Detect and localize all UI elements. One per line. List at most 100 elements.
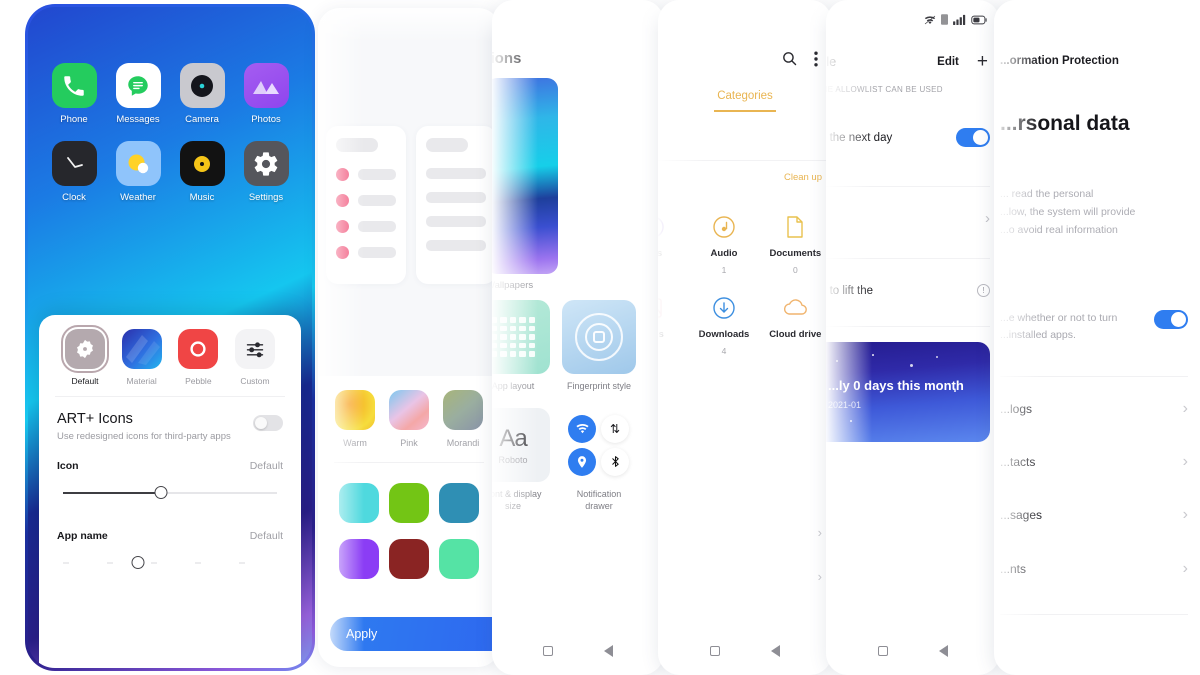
summary-card[interactable]: ...ly 0 days this month 2021-01 <box>826 342 990 442</box>
color-swatch[interactable] <box>389 539 429 579</box>
search-icon[interactable] <box>781 50 798 72</box>
chevron-right-icon: › <box>1182 400 1188 417</box>
list-item-contacts[interactable]: ...tacts › <box>1000 453 1188 471</box>
row-divider <box>826 186 990 187</box>
app-weather[interactable]: Weather <box>106 141 170 203</box>
card-subtitle: 2021-01 <box>828 400 862 410</box>
list-item-call-logs[interactable]: ...logs › <box>1000 400 1188 418</box>
clean-up-button[interactable]: Clean up <box>784 172 822 183</box>
schedule-toggle[interactable] <box>956 128 990 147</box>
slider-knob[interactable] <box>154 486 168 499</box>
chevron-right-icon: › <box>1182 506 1188 523</box>
category-pictures[interactable]: ...res <box>658 293 683 356</box>
tile-fingerprint-style[interactable]: Fingerprint style <box>562 300 636 392</box>
recents-icon[interactable] <box>877 646 888 656</box>
color-swatch[interactable] <box>339 539 379 579</box>
color-swatch[interactable] <box>439 483 479 523</box>
list-item-events[interactable]: ...nts › <box>1000 560 1188 578</box>
swatch-morandi[interactable]: Morandi <box>442 390 484 448</box>
app-messages[interactable]: Messages <box>106 63 170 125</box>
storage-row: ...ed Clean up <box>658 172 822 183</box>
art-icons-toggle[interactable] <box>253 415 283 431</box>
apply-button[interactable]: Apply <box>330 617 500 651</box>
font-name: Roboto <box>498 455 528 466</box>
swatch-pink[interactable]: Pink <box>388 390 430 448</box>
tab-categories[interactable]: Categories <box>658 90 832 112</box>
appname-slider-label: App name <box>57 530 108 542</box>
app-phone[interactable]: Phone <box>42 63 106 125</box>
app-name-slider[interactable] <box>57 552 283 574</box>
edit-button[interactable]: Edit <box>937 56 959 68</box>
chevron-right-icon: › <box>1182 453 1188 470</box>
row-divider <box>826 258 990 259</box>
skeleton-bar <box>358 247 396 258</box>
setting-row-schedule[interactable]: ...00 the next day <box>826 128 990 147</box>
app-photos[interactable]: Photos <box>234 63 298 125</box>
recents-icon[interactable] <box>543 646 553 656</box>
back-icon[interactable] <box>604 645 613 657</box>
style-option-material[interactable]: Material <box>114 329 170 386</box>
card-title: ...ly 0 days this month <box>828 378 964 393</box>
fingerprint-icon <box>562 300 636 374</box>
app-label: Settings <box>248 192 284 203</box>
back-icon[interactable] <box>939 645 949 657</box>
material-style-icon <box>121 329 162 369</box>
setting-row-allowlist[interactable]: › <box>826 210 990 227</box>
section-divider <box>1000 376 1188 377</box>
more-options-icon[interactable] <box>814 51 818 72</box>
slider-knob[interactable] <box>131 556 145 569</box>
category-documents[interactable]: Documents 0 <box>765 212 826 275</box>
list-item[interactable]: ...ilable › <box>658 510 822 554</box>
app-layout-icon <box>492 300 550 374</box>
category-count: 1 <box>721 265 727 275</box>
list-item[interactable]: › <box>658 554 822 598</box>
app-label: Clock <box>62 192 86 203</box>
morandi-swatch-icon <box>443 390 483 430</box>
tab-underline <box>714 110 776 112</box>
wallpapers-preview[interactable] <box>492 78 558 274</box>
page-title: ...le <box>826 54 837 69</box>
list-item-messages[interactable]: ...sages › <box>1000 506 1188 524</box>
tile-notification-drawer[interactable]: ⇅ Notification drawer <box>562 408 636 512</box>
app-clock[interactable]: Clock <box>42 141 106 203</box>
file-list: ...ilable › › <box>658 510 822 598</box>
style-option-default[interactable]: Default <box>57 325 113 386</box>
setting-row-lift[interactable]: ...ng to lift the ! <box>826 284 990 297</box>
icon-slider-label: Icon <box>57 460 79 472</box>
font-sample: Aa <box>499 425 527 453</box>
tile-app-layout[interactable]: App layout <box>492 300 550 392</box>
skeleton-bar <box>426 216 486 227</box>
category-audio[interactable]: Audio 1 <box>693 212 754 275</box>
app-settings[interactable]: Settings <box>234 141 298 203</box>
category-videos[interactable]: ...os <box>658 212 683 275</box>
row-divider <box>826 326 990 327</box>
skeleton-dot <box>336 168 349 181</box>
phone-screen-personal-data: ...ormation Protection ...rsonal data ..… <box>994 0 1200 675</box>
section-divider <box>1000 614 1188 615</box>
back-icon[interactable] <box>771 645 781 657</box>
color-swatch[interactable] <box>389 483 429 523</box>
tile-font-display-size[interactable]: Aa Roboto Font & display size <box>492 408 550 512</box>
category-downloads[interactable]: Downloads 4 <box>693 293 754 356</box>
info-icon[interactable]: ! <box>977 284 990 297</box>
mobile-data-icon: ⇅ <box>601 414 629 443</box>
recents-icon[interactable] <box>709 646 720 656</box>
swatch-warm[interactable]: Warm <box>334 390 376 448</box>
protect-toggle[interactable] <box>1154 310 1188 329</box>
color-swatch[interactable] <box>339 483 379 523</box>
nav-bar <box>826 645 1000 657</box>
app-camera[interactable]: Camera <box>170 63 234 125</box>
icon-size-slider[interactable] <box>57 482 283 504</box>
category-label: ...res <box>658 329 664 340</box>
color-swatch[interactable] <box>439 539 479 579</box>
protect-toggle-row[interactable]: ...e whether or not to turn ...installed… <box>1000 310 1188 344</box>
breadcrumb: ...ormation Protection <box>1000 55 1119 67</box>
app-music[interactable]: Music <box>170 141 234 203</box>
style-option-pebble[interactable]: Pebble <box>170 329 226 386</box>
skeleton-card-left <box>326 126 406 284</box>
style-option-custom[interactable]: Custom <box>227 329 283 386</box>
category-cloud-drive[interactable]: Cloud drive <box>765 293 826 356</box>
add-icon[interactable]: + <box>977 52 988 71</box>
skeleton-dot <box>336 194 349 207</box>
art-icons-row[interactable]: ART+ Icons Use redesigned icons for thir… <box>55 397 285 454</box>
